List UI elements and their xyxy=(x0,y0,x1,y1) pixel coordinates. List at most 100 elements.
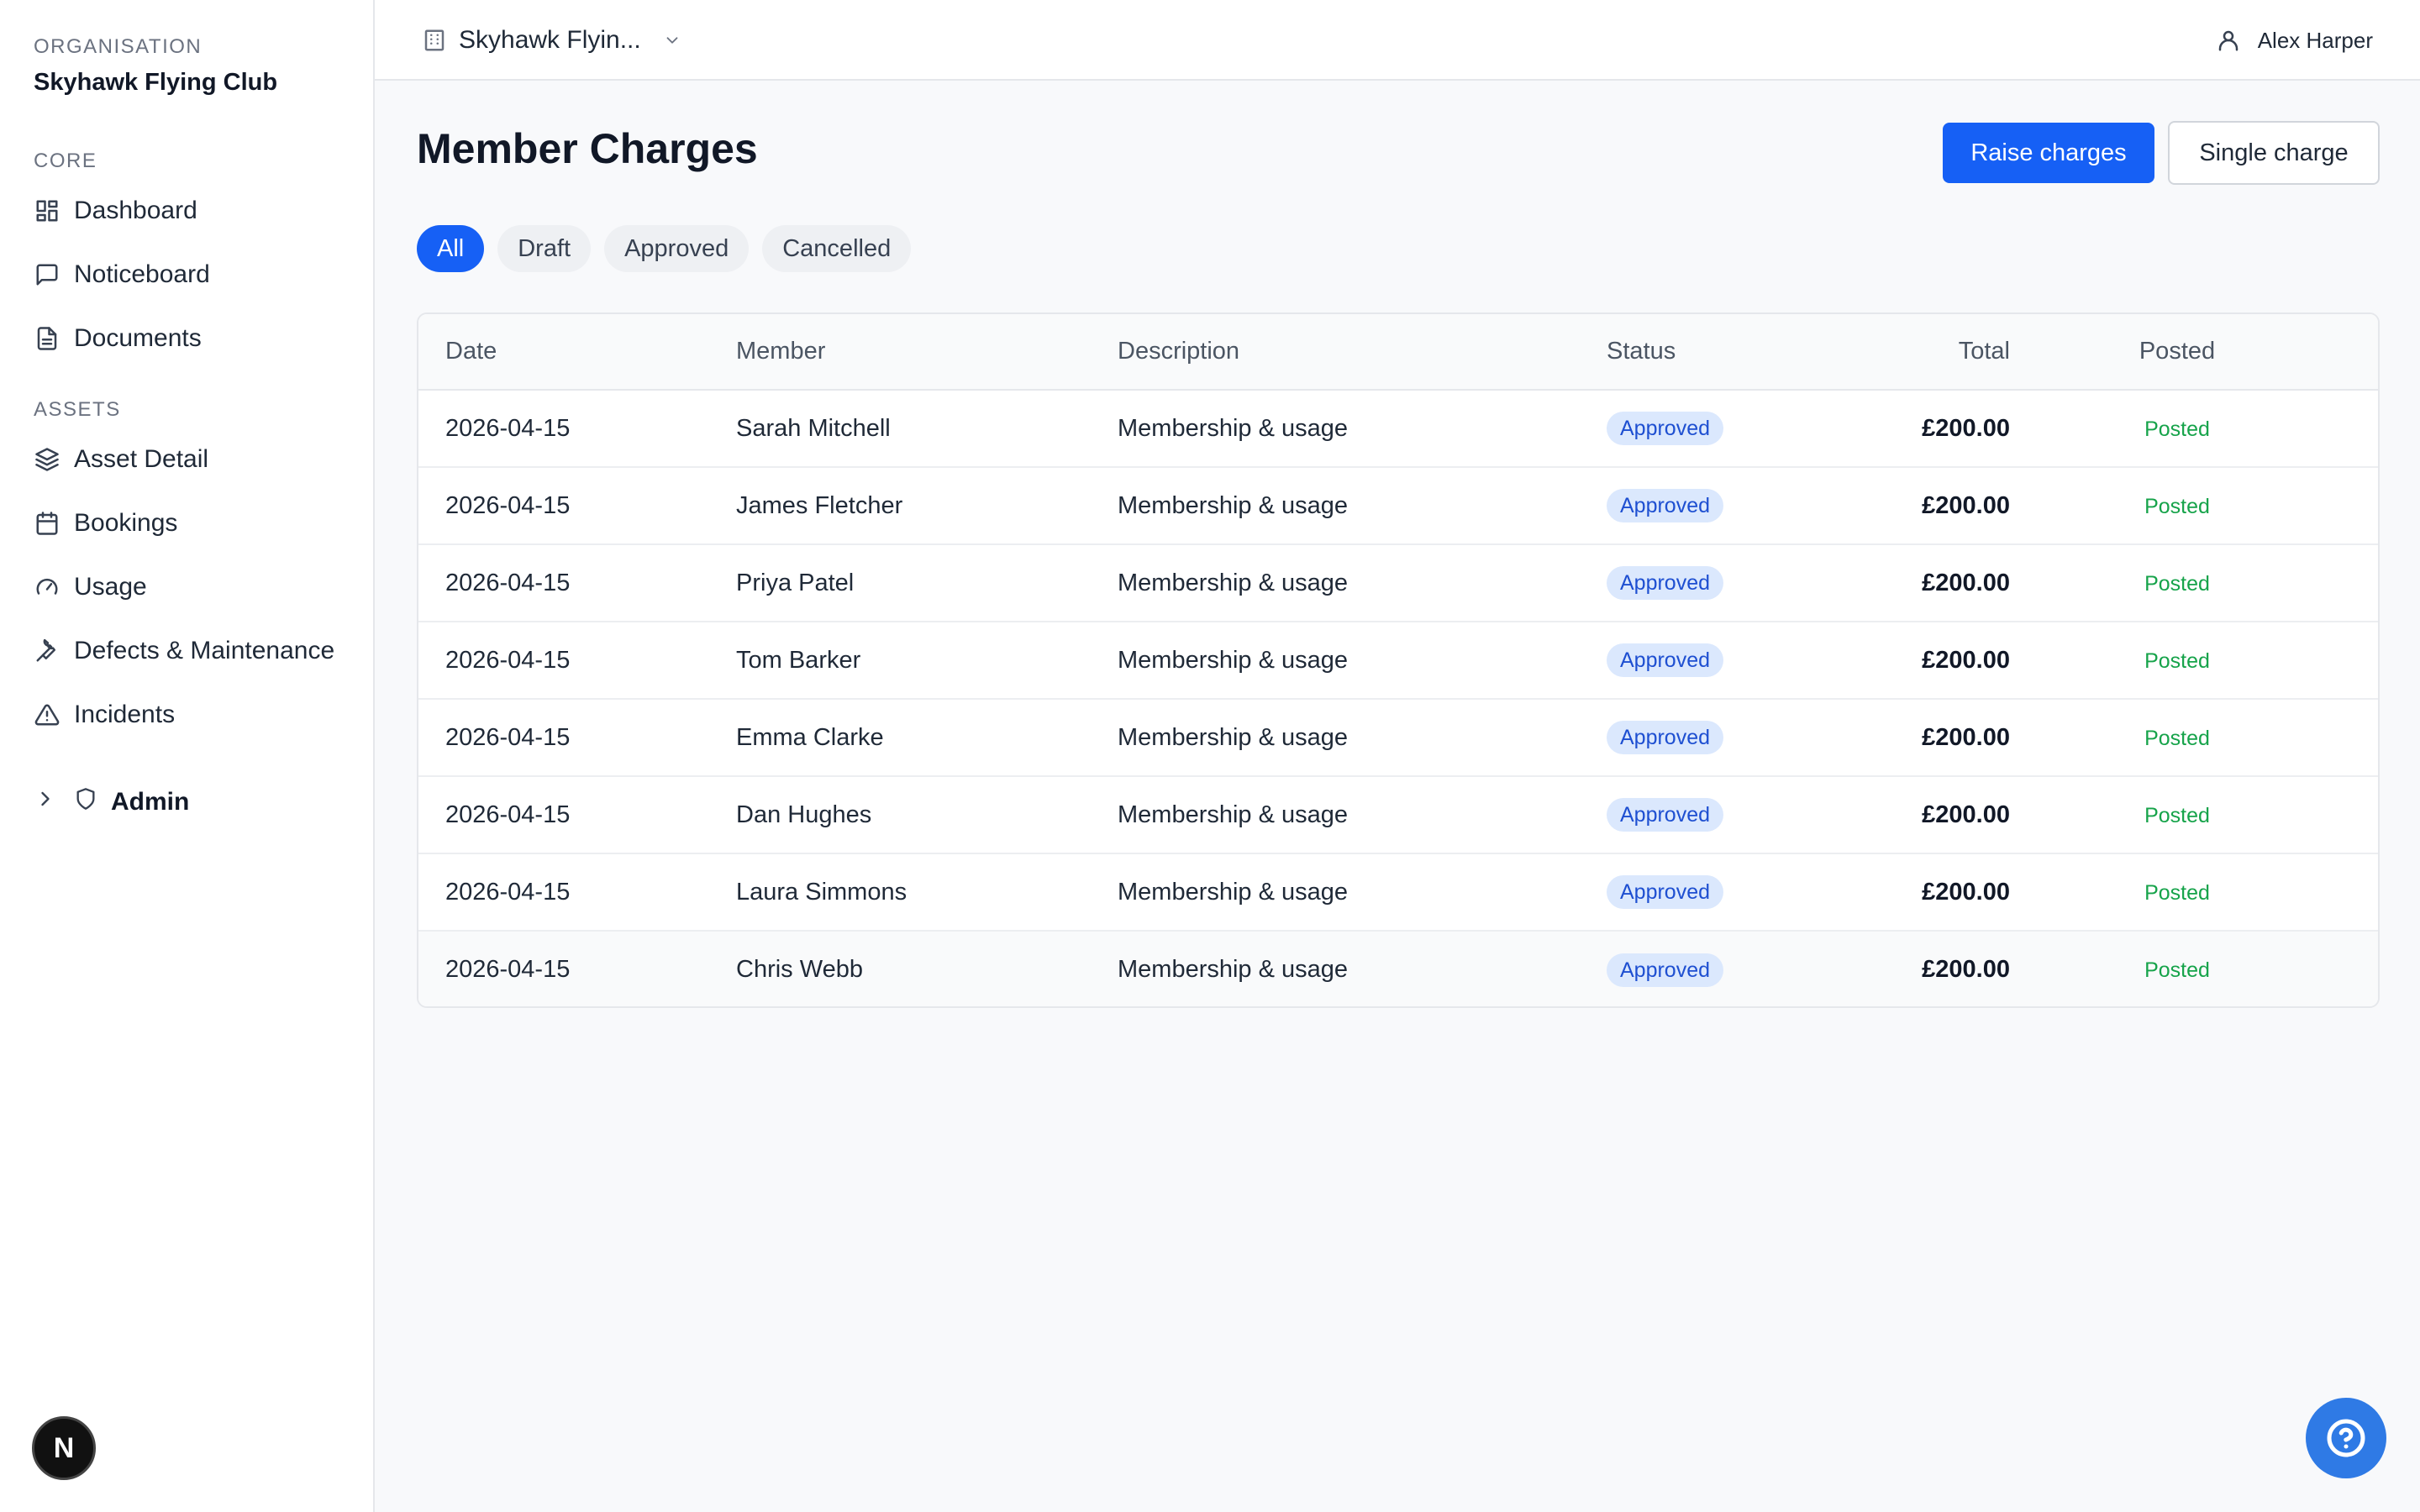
document-icon xyxy=(34,325,60,352)
section-label-assets: ASSETS xyxy=(34,398,121,421)
cell-description: Membership & usage xyxy=(1118,414,1349,442)
org-label: ORGANISATION xyxy=(34,35,203,58)
table-row[interactable]: 2026-04-15 Sarah Mitchell Membership & u… xyxy=(418,390,2378,467)
status-badge: Approved xyxy=(1607,489,1724,522)
column-header-description[interactable]: Description xyxy=(1118,314,1607,391)
status-badge: Approved xyxy=(1607,875,1724,909)
dashboard-icon xyxy=(34,197,60,224)
calendar-icon xyxy=(34,510,60,537)
sidebar-item-defects-maintenance[interactable]: Defects & Maintenance xyxy=(34,630,353,672)
table-row[interactable]: 2026-04-15 Chris Webb Membership & usage… xyxy=(418,931,2378,1006)
cell-member: James Fletcher xyxy=(736,491,903,519)
single-charge-button[interactable]: Single charge xyxy=(2168,121,2380,185)
org-switcher-label: Skyhawk Flyin... xyxy=(459,26,641,54)
posted-label: Posted xyxy=(2144,494,2210,518)
page-title: Member Charges xyxy=(417,125,758,172)
cell-date: 2026-04-15 xyxy=(445,491,571,519)
warning-icon xyxy=(34,701,60,728)
column-header-member[interactable]: Member xyxy=(736,314,1118,391)
sidebar-item-label: Admin xyxy=(111,788,190,816)
column-header-posted[interactable]: Posted xyxy=(2010,314,2378,391)
cell-description: Membership & usage xyxy=(1118,878,1349,906)
sidebar-item-label: Noticeboard xyxy=(74,260,210,288)
cell-member: Chris Webb xyxy=(736,956,863,983)
posted-label: Posted xyxy=(2144,571,2210,596)
message-icon xyxy=(34,261,60,288)
cell-date: 2026-04-15 xyxy=(445,878,571,906)
wrench-icon xyxy=(34,638,60,664)
status-filters: All Draft Approved Cancelled xyxy=(417,225,912,272)
sidebar-item-label: Incidents xyxy=(74,701,176,728)
cell-total: £200.00 xyxy=(1922,646,2010,674)
table-row[interactable]: 2026-04-15 Emma Clarke Membership & usag… xyxy=(418,699,2378,776)
status-badge: Approved xyxy=(1607,953,1724,987)
cell-member: Emma Clarke xyxy=(736,723,884,751)
table-row[interactable]: 2026-04-15 James Fletcher Membership & u… xyxy=(418,467,2378,544)
table-row[interactable]: 2026-04-15 Tom Barker Membership & usage… xyxy=(418,622,2378,699)
column-header-status[interactable]: Status xyxy=(1607,314,1842,391)
cell-description: Membership & usage xyxy=(1118,956,1349,983)
sidebar-item-documents[interactable]: Documents xyxy=(34,318,353,360)
cell-total: £200.00 xyxy=(1922,569,2010,596)
sidebar-item-dashboard[interactable]: Dashboard xyxy=(34,190,353,232)
sidebar-item-noticeboard[interactable]: Noticeboard xyxy=(34,254,353,296)
posted-label: Posted xyxy=(2144,417,2210,441)
table-row[interactable]: 2026-04-15 Dan Hughes Membership & usage… xyxy=(418,776,2378,853)
posted-label: Posted xyxy=(2144,648,2210,673)
cell-member: Tom Barker xyxy=(736,646,861,674)
cell-total: £200.00 xyxy=(1922,491,2010,519)
cell-member: Dan Hughes xyxy=(736,801,872,828)
cell-description: Membership & usage xyxy=(1118,646,1349,674)
chevron-right-icon xyxy=(34,787,57,817)
cell-description: Membership & usage xyxy=(1118,801,1349,828)
filter-all[interactable]: All xyxy=(417,225,485,272)
sidebar-item-label: Defects & Maintenance xyxy=(74,637,335,664)
filter-draft[interactable]: Draft xyxy=(497,225,592,272)
charges-table: Date Member Description Status Total Pos… xyxy=(417,312,2380,1008)
layers-icon xyxy=(34,446,60,473)
sidebar-item-incidents[interactable]: Incidents xyxy=(34,694,353,736)
column-header-total[interactable]: Total xyxy=(1842,314,2010,391)
help-button[interactable] xyxy=(2306,1398,2386,1478)
posted-label: Posted xyxy=(2144,803,2210,827)
sidebar-item-usage[interactable]: Usage xyxy=(34,566,353,608)
sidebar-item-asset-detail[interactable]: Asset Detail xyxy=(34,438,353,480)
sidebar-item-bookings[interactable]: Bookings xyxy=(34,502,353,544)
raise-charges-button[interactable]: Raise charges xyxy=(1943,123,2154,183)
cell-member: Sarah Mitchell xyxy=(736,414,891,442)
filter-cancelled[interactable]: Cancelled xyxy=(762,225,912,272)
column-header-date[interactable]: Date xyxy=(418,314,736,391)
org-switcher[interactable]: Skyhawk Flyin... xyxy=(422,20,681,60)
gauge-icon xyxy=(34,574,60,601)
cell-description: Membership & usage xyxy=(1118,723,1349,751)
sidebar-item-label: Usage xyxy=(74,573,147,601)
cell-description: Membership & usage xyxy=(1118,491,1349,519)
cell-date: 2026-04-15 xyxy=(445,646,571,674)
section-label-core: CORE xyxy=(34,150,97,172)
topbar: Skyhawk Flyin... Alex Harper xyxy=(375,0,2420,81)
cell-member: Laura Simmons xyxy=(736,878,908,906)
user-name: Alex Harper xyxy=(2257,27,2373,53)
table-row[interactable]: 2026-04-15 Priya Patel Membership & usag… xyxy=(418,544,2378,622)
status-badge: Approved xyxy=(1607,721,1724,754)
sidebar: ORGANISATION Skyhawk Flying Club CORE Da… xyxy=(0,0,375,1512)
cell-total: £200.00 xyxy=(1922,414,2010,442)
status-badge: Approved xyxy=(1607,798,1724,832)
filter-approved[interactable]: Approved xyxy=(604,225,750,272)
cell-total: £200.00 xyxy=(1922,801,2010,828)
table-header-row: Date Member Description Status Total Pos… xyxy=(418,314,2378,391)
cell-date: 2026-04-15 xyxy=(445,801,571,828)
sidebar-item-label: Documents xyxy=(74,324,202,352)
shield-icon xyxy=(74,787,97,817)
sidebar-item-label: Dashboard xyxy=(74,197,197,224)
sidebar-item-admin[interactable]: Admin xyxy=(34,781,189,823)
cell-date: 2026-04-15 xyxy=(445,414,571,442)
user-menu[interactable]: Alex Harper xyxy=(2216,20,2373,60)
cell-total: £200.00 xyxy=(1922,723,2010,751)
table-row[interactable]: 2026-04-15 Laura Simmons Membership & us… xyxy=(418,853,2378,931)
dev-badge[interactable]: N xyxy=(32,1416,96,1480)
status-badge: Approved xyxy=(1607,412,1724,445)
cell-member: Priya Patel xyxy=(736,569,855,596)
building-icon xyxy=(424,29,445,51)
cell-total: £200.00 xyxy=(1922,878,2010,906)
